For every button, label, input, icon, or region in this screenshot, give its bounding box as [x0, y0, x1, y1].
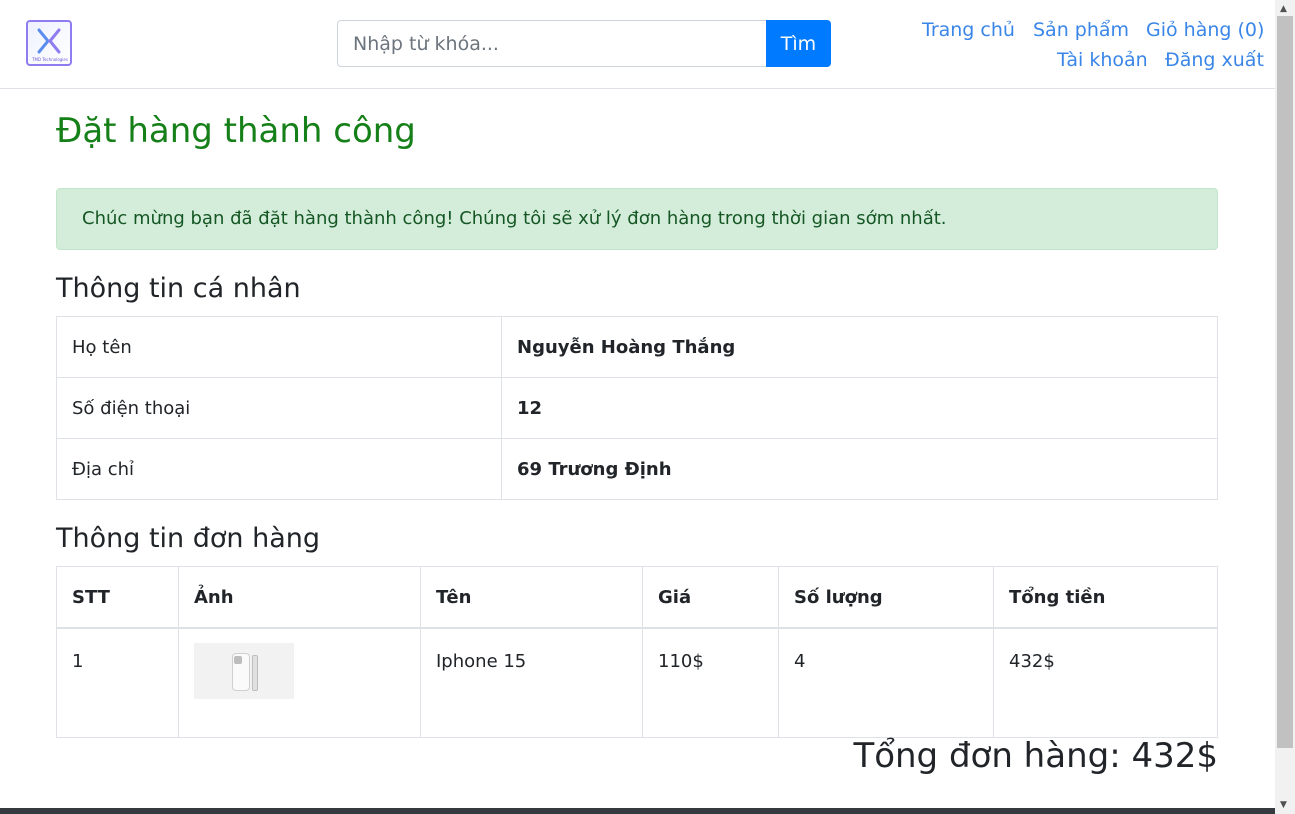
grand-total: Tổng đơn hàng: 432$ — [853, 736, 1218, 776]
phone-side-shape — [252, 655, 258, 691]
nav-logout-link[interactable]: Đăng xuất — [1165, 49, 1264, 71]
col-total: Tổng tiền — [993, 566, 1218, 629]
address-label: Địa chỉ — [56, 438, 502, 500]
table-row: 1 Iphone 15 110$ 4 432$ — [56, 627, 1218, 738]
col-image: Ảnh — [178, 566, 421, 629]
nav-cart-link[interactable]: Giỏ hàng (0) — [1146, 19, 1264, 41]
personal-info-table: Họ tên Nguyễn Hoàng Thắng Số điện thoại … — [56, 316, 1218, 500]
phone-value: 12 — [501, 377, 1218, 439]
cell-stt: 1 — [56, 627, 179, 738]
cell-price: 110$ — [642, 627, 779, 738]
vertical-scrollbar[interactable]: ▲ ▼ — [1275, 0, 1295, 814]
logo-x-icon — [37, 28, 61, 54]
col-price: Giá — [642, 566, 779, 629]
header: TMD Technologies Tìm Trang chủ Sản phẩm … — [0, 0, 1275, 89]
product-image[interactable] — [194, 643, 294, 699]
table-row: Họ tên Nguyễn Hoàng Thắng — [56, 316, 1218, 378]
success-alert: Chúc mừng bạn đã đặt hàng thành công! Ch… — [56, 188, 1218, 250]
scroll-down-arrow-icon[interactable]: ▼ — [1280, 800, 1287, 810]
phone-camera-shape — [234, 656, 242, 664]
table-row: Số điện thoại 12 — [56, 377, 1218, 439]
table-row: Địa chỉ 69 Trương Định — [56, 438, 1218, 500]
scroll-up-arrow-icon[interactable]: ▲ — [1280, 4, 1287, 14]
address-value: 69 Trương Định — [501, 438, 1218, 500]
cell-name: Iphone 15 — [420, 627, 643, 738]
cell-image — [178, 627, 421, 738]
nav-account-link[interactable]: Tài khoản — [1057, 49, 1148, 71]
nav-home-link[interactable]: Trang chủ — [922, 19, 1015, 41]
name-value: Nguyễn Hoàng Thắng — [501, 316, 1218, 378]
nav-products-link[interactable]: Sản phẩm — [1033, 19, 1129, 41]
search-button[interactable]: Tìm — [766, 20, 831, 67]
cell-total: 432$ — [993, 627, 1218, 738]
personal-info-heading: Thông tin cá nhân — [56, 273, 301, 304]
col-name: Tên — [420, 566, 643, 629]
name-label: Họ tên — [56, 316, 502, 378]
table-header-row: STT Ảnh Tên Giá Số lượng Tổng tiền — [56, 566, 1218, 629]
logo-text: TMD Technologies — [32, 57, 68, 62]
col-stt: STT — [56, 566, 179, 629]
order-table: STT Ảnh Tên Giá Số lượng Tổng tiền 1 Iph… — [56, 566, 1218, 738]
brand-logo[interactable]: TMD Technologies — [26, 20, 72, 66]
order-info-heading: Thông tin đơn hàng — [56, 523, 321, 554]
search-input[interactable] — [337, 20, 767, 67]
phone-label: Số điện thoại — [56, 377, 502, 439]
page-title: Đặt hàng thành công — [56, 111, 416, 151]
cell-quantity: 4 — [778, 627, 994, 738]
page: TMD Technologies Tìm Trang chủ Sản phẩm … — [0, 0, 1275, 814]
col-quantity: Số lượng — [778, 566, 994, 629]
scrollbar-thumb[interactable] — [1277, 16, 1293, 748]
footer-bar — [0, 808, 1275, 814]
